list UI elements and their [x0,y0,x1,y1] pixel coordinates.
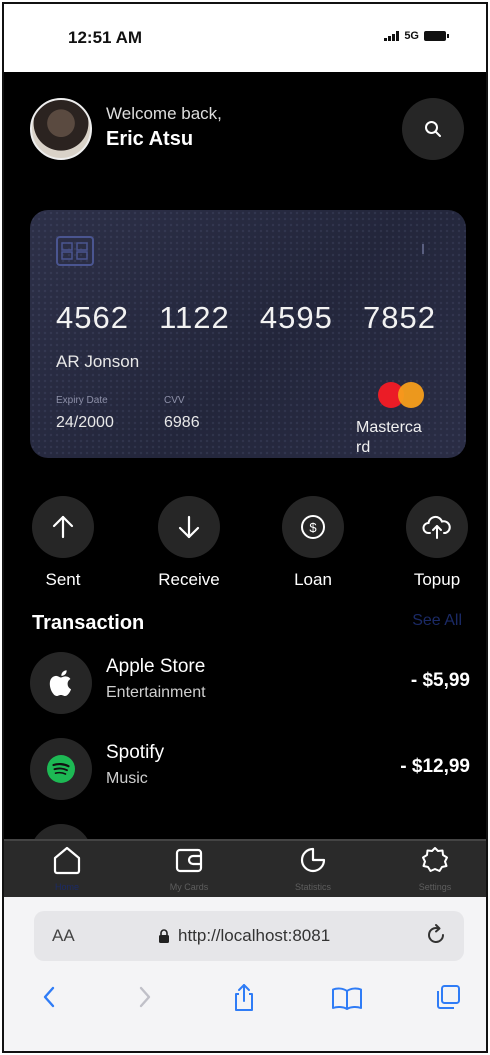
card-number-group: 4562 [56,300,129,335]
transaction-name: Spotify [106,742,165,763]
tabs-icon[interactable] [434,983,462,1011]
card-number-group: 4595 [259,300,333,335]
card-menu-icon[interactable] [422,244,424,254]
receive-action[interactable]: Receive [144,496,234,590]
loan-label: Loan [294,570,332,589]
welcome-text: Welcome back, [106,104,222,123]
settings-gear-icon [422,847,448,872]
sent-action[interactable]: Sent [18,496,108,590]
card-network-label: Mastercard [356,419,422,456]
apple-icon [49,670,71,696]
browser-toolbar: AA http://localhost:8081 [4,897,486,1051]
status-time: 12:51 AM [68,28,143,47]
battery-icon [424,31,449,41]
loan-action[interactable]: $ Loan [268,496,358,590]
spotify-icon [47,755,75,783]
svg-text:$: $ [309,520,317,535]
transaction-icon-wrapper [30,824,92,839]
card-holder-name: AR Jonson [56,352,140,371]
topup-label: Topup [413,570,461,589]
credit-card[interactable]: 4562 1122 4595 7852 AR Jonson Expiry Dat… [30,210,466,458]
expiry-value: 24/2000 [56,414,114,431]
receive-label: Receive [158,570,220,589]
reload-icon[interactable] [424,923,448,947]
address-bar[interactable]: AA http://localhost:8081 [34,911,464,961]
tab-statistics[interactable]: Statistics [268,845,358,892]
sent-label: Sent [45,570,81,589]
card-number-group: 7852 [363,300,436,335]
search-icon [425,121,441,137]
back-icon[interactable] [38,983,62,1011]
status-indicators: 5G [384,30,449,42]
topup-button[interactable] [406,496,468,558]
dollar-coin-icon: $ [301,515,325,539]
transaction-name: Apple Store [106,656,206,677]
mastercard-logo-icon [378,382,426,408]
transaction-icon-wrapper [30,738,92,800]
see-all-link[interactable]: See All [412,612,462,630]
pie-chart-icon [300,847,326,873]
sent-button[interactable] [32,496,94,558]
topup-action[interactable]: Topup [392,496,482,590]
transaction-item-partial[interactable] [30,824,470,839]
search-button[interactable] [402,98,464,160]
transaction-category: Entertainment [106,684,206,701]
transaction-amount: - $12,99 [400,756,470,777]
cvv-label: CVV [164,395,185,406]
tab-settings[interactable]: Settings [390,845,480,892]
transaction-heading: Transaction [32,612,145,634]
tab-label: My Cards [169,882,209,892]
user-name: Eric Atsu [106,128,194,150]
url-text: http://localhost:8081 [178,926,331,945]
card-number-group: 1122 [159,300,230,335]
network-label: 5G [404,30,419,42]
tab-label: Statistics [294,882,331,892]
arrow-up-icon [52,515,74,539]
url-display: http://localhost:8081 [158,926,330,946]
transaction-amount: - $5,99 [410,670,470,691]
avatar[interactable] [30,98,92,160]
status-bar: 12:51 AM 5G [4,4,486,72]
phone-frame: 12:51 AM 5G Welcome back, Eric Atsu 4562… [2,2,488,1053]
tab-my-cards[interactable]: My Cards [144,845,234,892]
share-icon[interactable] [230,983,258,1013]
tab-label: Settings [418,882,452,892]
forward-icon[interactable] [132,983,156,1011]
bookmarks-icon[interactable] [330,983,364,1013]
loan-button[interactable]: $ [282,496,344,558]
signal-icon [384,31,400,41]
receive-button[interactable] [158,496,220,558]
wallet-icon [175,848,203,873]
transaction-category: Music [106,770,148,787]
transaction-item[interactable]: Apple Store Entertainment - $5,99 [30,652,470,722]
card-chip-icon [56,236,94,266]
tab-home[interactable]: Home [22,845,112,892]
bottom-tab-bar: Home My Cards Statistics Settings [4,839,486,897]
arrow-down-icon [178,515,200,539]
home-icon [53,846,81,875]
transaction-item[interactable]: Spotify Music - $12,99 [30,738,470,808]
tab-label: Home [54,882,79,892]
cloud-upload-icon [422,515,451,539]
lock-icon [159,928,169,943]
quick-actions: Sent Receive $ Loan Topup [4,496,486,589]
text-size-button[interactable]: AA [52,926,75,946]
expiry-label: Expiry Date [56,395,108,406]
app-screen: Welcome back, Eric Atsu 4562 1122 4595 7… [4,72,486,839]
browser-nav-row [4,983,486,1023]
card-number: 4562 1122 4595 7852 [56,300,436,336]
cvv-value: 6986 [164,414,200,431]
transaction-icon-wrapper [30,652,92,714]
